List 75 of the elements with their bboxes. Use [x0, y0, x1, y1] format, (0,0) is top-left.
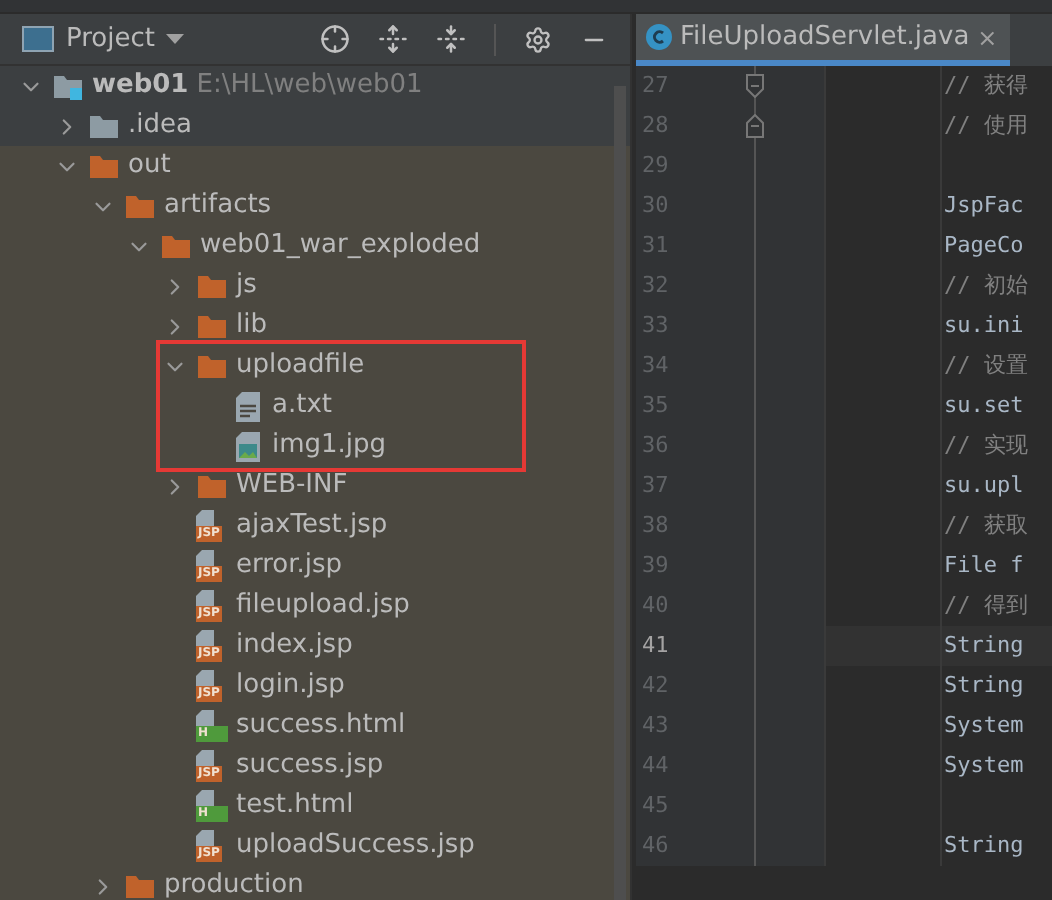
code-line: su.set [942, 389, 1024, 422]
file-icon [196, 830, 214, 846]
tree-item-label[interactable]: uploadSuccess.jsp [236, 826, 475, 866]
code-line: su.ini [942, 309, 1024, 342]
file-icon [196, 550, 214, 566]
folder-icon [88, 152, 120, 180]
tree-item-label[interactable]: web01_war_exploded [200, 226, 481, 266]
class-icon [646, 24, 672, 50]
tree-item-label[interactable]: .idea [128, 106, 192, 146]
tree-item-label[interactable]: out [128, 146, 171, 186]
tab-label: FileUploadServlet.java [680, 19, 970, 56]
editor-tab[interactable]: FileUploadServlet.java × [636, 14, 1010, 66]
code-line: String [942, 669, 1024, 702]
code-comment: // 得到 [942, 589, 1028, 622]
fold-start-icon[interactable] [746, 114, 764, 138]
code-line: su.upl [942, 469, 1024, 502]
image-file-icon [236, 431, 260, 461]
code-comment: // 初始 [942, 269, 1028, 302]
folder-icon [196, 352, 228, 380]
collapse-all-icon[interactable] [436, 24, 466, 54]
tree-item-label[interactable]: ajaxTest.jsp [236, 506, 388, 546]
file-icon [196, 750, 214, 766]
code-comment: // 实现 [942, 429, 1028, 462]
folder-icon [88, 112, 120, 140]
tree-item-label[interactable]: artifacts [164, 186, 272, 226]
tree-item-label[interactable]: a.txt [272, 386, 332, 426]
tree-item-label[interactable]: login.jsp [236, 666, 345, 706]
panel-window-icon [22, 26, 54, 52]
folder-icon [196, 312, 228, 340]
code-line: System [942, 709, 1024, 742]
dropdown-caret-icon[interactable] [166, 33, 185, 45]
tree-item-label[interactable]: img1.jpg [272, 426, 387, 466]
file-icon [196, 630, 214, 646]
folder-icon [196, 472, 228, 500]
tree-item-label[interactable]: uploadfile [236, 346, 365, 386]
file-icon [196, 670, 214, 686]
code-line: String [942, 629, 1024, 662]
tree-item-label[interactable]: web01 [92, 66, 189, 106]
folder-icon [124, 872, 156, 900]
tree-item-label[interactable]: success.jsp [236, 746, 384, 786]
file-icon [196, 790, 214, 806]
tree-item-label[interactable]: lib [236, 306, 267, 346]
file-icon [196, 590, 214, 606]
expand-all-icon[interactable] [378, 24, 408, 54]
tree-item-label[interactable]: WEB-INF [236, 466, 348, 506]
tree-item-label[interactable]: index.jsp [236, 626, 353, 666]
tree-item-label[interactable]: fileupload.jsp [236, 586, 410, 626]
text-file-icon [236, 391, 260, 421]
code-line: PageCo [942, 229, 1024, 262]
tree-item-label[interactable]: error.jsp [236, 546, 343, 586]
tab-close[interactable]: × [977, 19, 998, 55]
tree-item-label[interactable]: test.html [236, 786, 354, 826]
folder-icon [196, 272, 228, 300]
line-number: 41 [640, 629, 669, 662]
tree-item-label[interactable]: js [236, 266, 257, 306]
code-line: File f [942, 549, 1024, 582]
fold-end-icon[interactable] [746, 74, 764, 98]
panel-title[interactable]: Project [66, 19, 155, 59]
file-icon [196, 510, 214, 526]
folder-icon [160, 232, 192, 260]
folder-icon [124, 192, 156, 220]
module-path: E:\HL\web\web01 [196, 68, 423, 105]
code-comment: // 获得 [942, 69, 1028, 102]
tree-item-label[interactable]: production [164, 866, 304, 900]
folder-icon [52, 72, 84, 100]
tree-item-label[interactable]: success.html [236, 706, 406, 746]
code-comment: // 设置 [942, 349, 1028, 382]
code-comment: // 获取 [942, 509, 1028, 542]
code-line: JspFac [942, 189, 1024, 222]
code-comment: // 使用 [942, 109, 1028, 142]
code-line: String [942, 829, 1024, 862]
settings-icon[interactable] [524, 25, 552, 53]
code-line: System [942, 749, 1024, 782]
file-icon [196, 710, 214, 726]
locate-icon[interactable] [320, 24, 350, 54]
